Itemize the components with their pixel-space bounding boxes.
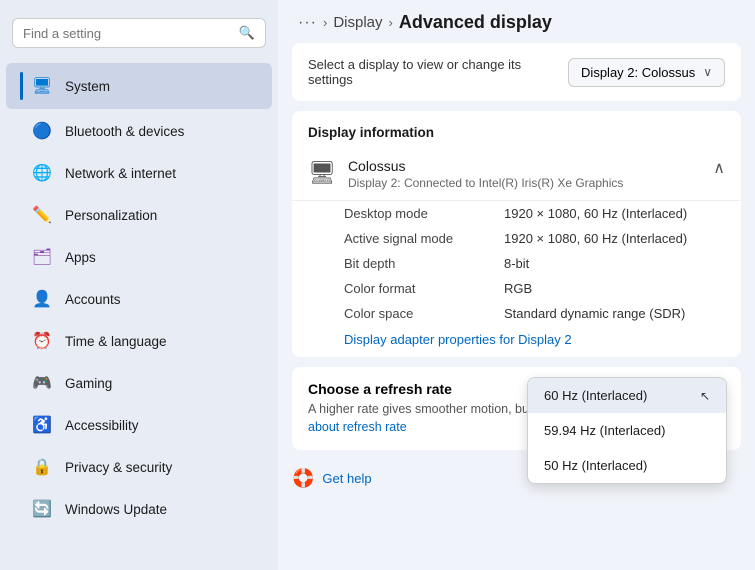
sidebar-item-apps[interactable]: 🗂 Apps [6,237,272,277]
monitor-name: Colossus [348,158,623,174]
sidebar-label-accessibility: Accessibility [65,418,139,433]
info-value-desktop-mode: 1920 × 1080, 60 Hz (Interlaced) [504,206,687,221]
sidebar-item-network[interactable]: 🌐 Network & internet [6,153,272,193]
search-input[interactable] [23,26,235,41]
get-help-label: Get help [322,471,371,486]
sidebar-item-time[interactable]: ⏰ Time & language [6,321,272,361]
help-icon: 🛟 [292,468,314,489]
info-value-color-space: Standard dynamic range (SDR) [504,306,685,321]
privacy-icon: 🔒 [31,456,53,478]
monitor-info: Colossus Display 2: Connected to Intel(R… [348,158,623,190]
sidebar-label-privacy: Privacy & security [65,460,172,475]
info-value-color-format: RGB [504,281,532,296]
info-label-signal-mode: Active signal mode [344,231,504,246]
monitor-header: 🖥 Colossus Display 2: Connected to Intel… [292,148,741,201]
refresh-option-60hz[interactable]: 60 Hz (Interlaced) ↖ [528,378,726,413]
search-box[interactable]: 🔍 [12,18,266,48]
sidebar-label-gaming: Gaming [65,376,112,391]
personalization-icon: ✏️ [31,204,53,226]
refresh-option-60hz-label: 60 Hz (Interlaced) [544,388,647,403]
collapse-icon[interactable]: ∧ [713,158,725,178]
page-title: Advanced display [399,12,552,33]
sidebar-label-personalization: Personalization [65,208,157,223]
sidebar-item-accounts[interactable]: 👤 Accounts [6,279,272,319]
refresh-rate-section: Choose a refresh rate A higher rate give… [292,367,741,450]
search-icon: 🔍 [239,25,255,41]
info-row-signal-mode: Active signal mode 1920 × 1080, 60 Hz (I… [292,226,741,251]
sidebar-label-apps: Apps [65,250,96,265]
section-title-display-info: Display information [292,111,741,148]
cursor-icon: ↖ [700,389,710,403]
info-value-signal-mode: 1920 × 1080, 60 Hz (Interlaced) [504,231,687,246]
display-selector-bar: Select a display to view or change its s… [292,43,741,101]
info-row-bit-depth: Bit depth 8-bit [292,251,741,276]
sidebar-item-system[interactable]: 🖥 System [6,63,272,109]
time-icon: ⏰ [31,330,53,352]
refresh-option-5994hz[interactable]: 59.94 Hz (Interlaced) [528,413,726,448]
accounts-icon: 👤 [31,288,53,310]
network-icon: 🌐 [31,162,53,184]
display-dropdown-label: Display 2: Colossus [581,65,695,80]
info-value-bit-depth: 8-bit [504,256,529,271]
accessibility-icon: ♿ [31,414,53,436]
main-content: ··· › Display › Advanced display Select … [278,0,755,570]
breadcrumb-chevron1: › [323,15,327,30]
sidebar-label-network: Network & internet [65,166,176,181]
sidebar-label-update: Windows Update [65,502,167,517]
sidebar-label-system: System [65,79,110,94]
display-info-card: Display information 🖥 Colossus Display 2… [292,111,741,357]
sidebar-item-update[interactable]: 🔄 Windows Update [6,489,272,529]
sidebar-label-bluetooth: Bluetooth & devices [65,124,184,139]
breadcrumb: ··· › Display › Advanced display [278,0,755,43]
refresh-option-50hz[interactable]: 50 Hz (Interlaced) [528,448,726,483]
system-icon: 🖥 [31,75,53,97]
update-icon: 🔄 [31,498,53,520]
info-label-color-space: Color space [344,306,504,321]
sidebar-label-time: Time & language [65,334,167,349]
monitor-icon: 🖥 [308,160,336,186]
info-label-color-format: Color format [344,281,504,296]
breadcrumb-chevron2: › [389,15,393,30]
sidebar-item-privacy[interactable]: 🔒 Privacy & security [6,447,272,487]
info-label-bit-depth: Bit depth [344,256,504,271]
info-label-desktop-mode: Desktop mode [344,206,504,221]
monitor-sub: Display 2: Connected to Intel(R) Iris(R)… [348,176,623,190]
refresh-option-5994hz-label: 59.94 Hz (Interlaced) [544,423,665,438]
info-row-color-space: Color space Standard dynamic range (SDR) [292,301,741,326]
breadcrumb-display[interactable]: Display [333,14,382,31]
refresh-option-50hz-label: 50 Hz (Interlaced) [544,458,647,473]
active-bar [20,72,23,100]
selector-label: Select a display to view or change its s… [308,57,528,87]
info-row-color-format: Color format RGB [292,276,741,301]
display-dropdown[interactable]: Display 2: Colossus ∨ [568,58,725,87]
apps-icon: 🗂 [31,246,53,268]
refresh-rate-dropdown-menu: 60 Hz (Interlaced) ↖ 59.94 Hz (Interlace… [527,377,727,484]
sidebar-item-personalization[interactable]: ✏️ Personalization [6,195,272,235]
sidebar: 🔍 🖥 System 🔵 Bluetooth & devices 🌐 Netwo… [0,0,278,570]
adapter-properties-link[interactable]: Display adapter properties for Display 2 [292,326,741,357]
bluetooth-icon: 🔵 [31,120,53,142]
sidebar-label-accounts: Accounts [65,292,121,307]
sidebar-item-accessibility[interactable]: ♿ Accessibility [6,405,272,445]
breadcrumb-dots: ··· [298,14,317,32]
chevron-down-icon: ∨ [703,65,712,79]
sidebar-item-gaming[interactable]: 🎮 Gaming [6,363,272,403]
sidebar-item-bluetooth[interactable]: 🔵 Bluetooth & devices [6,111,272,151]
gaming-icon: 🎮 [31,372,53,394]
info-row-desktop-mode: Desktop mode 1920 × 1080, 60 Hz (Interla… [292,201,741,226]
